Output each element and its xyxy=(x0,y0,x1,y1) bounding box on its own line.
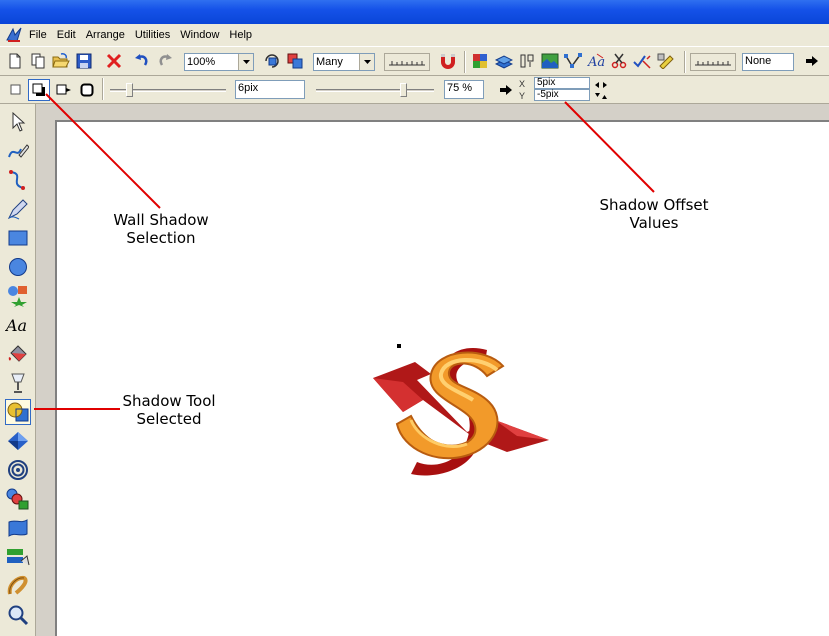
rotate-view-icon[interactable] xyxy=(262,51,282,71)
ruler-icon xyxy=(695,61,731,66)
chevron-down-icon[interactable] xyxy=(359,54,374,70)
menu-help[interactable]: Help xyxy=(224,25,257,45)
new-document-icon[interactable] xyxy=(5,51,25,71)
shape-editor-icon[interactable] xyxy=(5,138,31,164)
menu-arrange[interactable]: Arrange xyxy=(81,25,130,45)
zoom-magnifier-icon[interactable] xyxy=(5,602,31,628)
bezier-curve-icon[interactable] xyxy=(5,167,31,193)
chevron-down-icon[interactable] xyxy=(238,54,253,70)
duplicate-document-icon[interactable] xyxy=(28,51,48,71)
shadow-property-bar: 6pix 75 % X Y 5pix -5pix xyxy=(0,76,829,104)
text-style-icon[interactable]: Aa xyxy=(586,51,606,71)
offset-x-field[interactable]: 5pix xyxy=(534,77,590,89)
image-frame-icon[interactable] xyxy=(540,51,560,71)
bitmap-export-icon[interactable] xyxy=(5,544,31,570)
shadow-tool-annotation-line2: Selected xyxy=(136,410,202,428)
open-folder-icon[interactable] xyxy=(51,51,71,71)
undo-icon[interactable] xyxy=(132,51,152,71)
svg-text:Aa: Aa xyxy=(5,316,27,335)
offset-y-label: Y xyxy=(519,91,526,101)
wall-shadow-icon[interactable] xyxy=(28,79,50,101)
opacity-arrow-icon[interactable] xyxy=(496,80,516,100)
window-title-bar[interactable] xyxy=(0,0,829,24)
pen-tool-icon[interactable] xyxy=(5,196,31,222)
offset-x-label: X xyxy=(519,79,526,89)
delete-icon[interactable] xyxy=(104,51,124,71)
fill-bucket-icon[interactable] xyxy=(5,341,31,367)
shadow-opacity-field[interactable]: 75 % xyxy=(444,80,484,99)
floor-shadow-icon[interactable] xyxy=(54,80,74,100)
shadowed-s-logo[interactable] xyxy=(367,340,557,486)
rectangle-tool-icon[interactable] xyxy=(5,225,31,251)
app-logo-icon[interactable] xyxy=(4,25,24,45)
zoom-value: 100% xyxy=(187,56,216,68)
offset-up-down-arrows-icon[interactable] xyxy=(594,91,608,99)
offset-y-value: -5pix xyxy=(537,89,559,100)
menu-window[interactable]: Window xyxy=(175,25,224,45)
no-shadow-icon[interactable] xyxy=(6,80,26,100)
freehand-brush-icon[interactable] xyxy=(5,573,31,599)
many-value: Many xyxy=(316,56,343,68)
shadow-blur-slider-thumb[interactable] xyxy=(126,83,133,97)
transparency-glass-icon[interactable] xyxy=(5,370,31,396)
ruler-icon xyxy=(389,61,425,66)
mould-tool-icon[interactable] xyxy=(5,515,31,541)
layers-icon[interactable] xyxy=(494,51,514,71)
ellipse-tool-icon[interactable] xyxy=(5,254,31,280)
selector-arrow-icon[interactable] xyxy=(5,109,31,135)
blend-tool-icon[interactable] xyxy=(5,486,31,512)
menu-utilities[interactable]: Utilities xyxy=(130,25,175,45)
redo-icon[interactable] xyxy=(155,51,175,71)
shadow-blur-value: 6pix xyxy=(238,82,259,94)
pencil-tag-icon[interactable] xyxy=(656,51,676,71)
shadow-offset-annotation: Shadow Offset Values xyxy=(584,196,724,232)
shadow-opacity-slider[interactable] xyxy=(312,81,438,99)
shadow-tool-annotation-line1: Shadow Tool xyxy=(122,392,216,410)
bevel-tool-icon[interactable] xyxy=(5,428,31,454)
none-field[interactable]: None xyxy=(742,53,794,71)
color-grid-icon[interactable] xyxy=(470,51,490,71)
scissors-icon[interactable] xyxy=(609,51,629,71)
shadow-offset-annotation-line1: Shadow Offset xyxy=(599,196,709,214)
shadow-tool-annotation: Shadow Tool Selected xyxy=(104,392,234,428)
none-value: None xyxy=(745,55,772,67)
save-icon[interactable] xyxy=(74,51,94,71)
shadow-opacity-value: 75 % xyxy=(447,82,473,94)
line-width-button[interactable] xyxy=(690,53,736,71)
glow-shadow-icon[interactable] xyxy=(77,80,97,100)
polygon-tool-icon[interactable] xyxy=(5,283,31,309)
toolbox: Aa xyxy=(0,104,36,636)
shadow-offset-annotation-line2: Values xyxy=(629,214,679,232)
menu-bar: File Edit Arrange Utilities Window Help xyxy=(0,24,829,46)
shadow-blur-slider[interactable] xyxy=(106,81,230,99)
grid-ruler-button[interactable] xyxy=(384,53,430,71)
menu-edit[interactable]: Edit xyxy=(52,25,81,45)
pan-view-icon[interactable] xyxy=(285,51,305,71)
menu-file[interactable]: File xyxy=(24,25,52,45)
shadow-opacity-slider-thumb[interactable] xyxy=(400,83,407,97)
node-path-icon[interactable] xyxy=(563,51,583,71)
shadow-tool-icon[interactable] xyxy=(5,399,31,425)
wall-shadow-annotation-line1: Wall Shadow xyxy=(113,211,209,229)
magnet-snap-icon[interactable] xyxy=(438,51,458,71)
main-toolbar: 100% Many Aa None xyxy=(0,46,829,76)
offset-y-field[interactable]: -5pix xyxy=(534,89,590,101)
shadow-blur-field[interactable]: 6pix xyxy=(235,80,305,99)
many-select[interactable]: Many xyxy=(313,53,375,71)
wall-shadow-annotation-line2: Selection xyxy=(126,229,196,247)
check-style-icon[interactable] xyxy=(632,51,652,71)
offset-x-value: 5pix xyxy=(537,77,556,88)
contour-tool-icon[interactable] xyxy=(5,457,31,483)
text-tool-icon[interactable]: Aa xyxy=(5,312,31,338)
arrange-objects-icon[interactable] xyxy=(517,51,537,71)
offset-left-right-arrows-icon[interactable] xyxy=(594,80,608,88)
toolbar-more-arrow-icon[interactable] xyxy=(802,51,822,71)
wall-shadow-annotation: Wall Shadow Selection xyxy=(96,211,226,247)
zoom-select[interactable]: 100% xyxy=(184,53,254,71)
